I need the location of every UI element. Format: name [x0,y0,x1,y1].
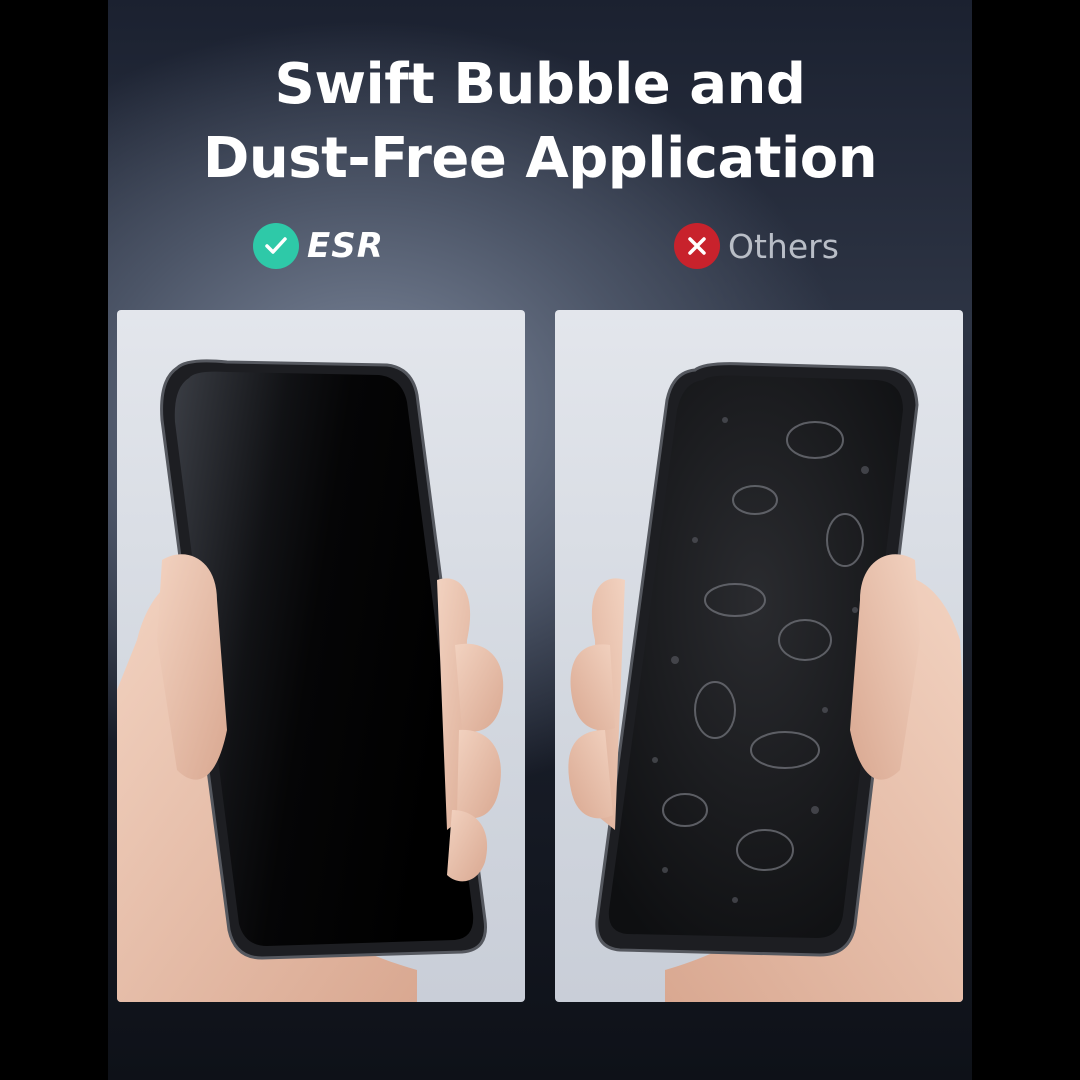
check-icon [253,223,299,269]
photo-clean-screen [117,310,525,1002]
headline: Swift Bubble and Dust-Free Application [108,48,972,196]
photo-bubbled-screen [555,310,963,1002]
others-label: Others [728,226,839,266]
esr-logo-text: ESR [307,226,384,266]
x-icon [674,223,720,269]
product-image: Swift Bubble and Dust-Free Application E… [0,0,1080,1080]
headline-line-2: Dust-Free Application [202,126,878,191]
others-badge: Others [674,222,839,270]
headline-line-1: Swift Bubble and [274,52,806,117]
esr-badge: ESR [253,222,384,270]
